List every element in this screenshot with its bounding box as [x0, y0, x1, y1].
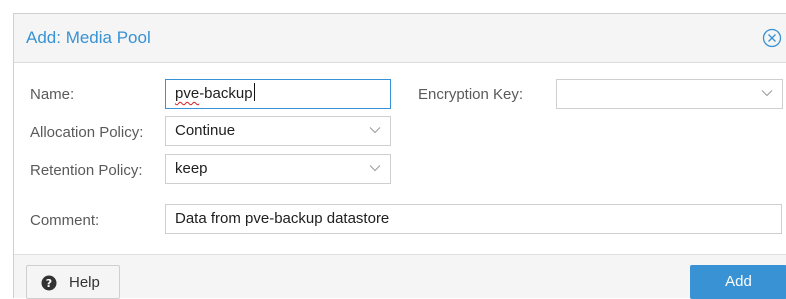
name-input[interactable]: pve-backup: [165, 79, 391, 109]
close-circle-icon: [762, 28, 782, 48]
svg-text:?: ?: [46, 277, 52, 290]
dialog-header: Add: Media Pool: [14, 14, 786, 63]
allocation-policy-label: Allocation Policy:: [30, 124, 144, 141]
comment-input[interactable]: Data from pve-backup datastore: [165, 204, 782, 234]
add-button-label: Add: [725, 273, 752, 290]
retention-policy-select[interactable]: keep: [165, 154, 391, 184]
name-value-rest: -backup: [199, 85, 253, 102]
retention-policy-value: keep: [175, 160, 208, 177]
add-button[interactable]: Add: [690, 265, 786, 299]
allocation-policy-select[interactable]: Continue: [165, 116, 391, 146]
comment-value: Data from pve-backup datastore: [175, 210, 390, 227]
close-button[interactable]: [762, 28, 782, 48]
text-caret: [253, 83, 255, 101]
dialog-title: Add: Media Pool: [26, 28, 151, 47]
name-label: Name:: [30, 86, 75, 103]
media-pool-dialog: Add: Media Pool Name: pve-backup Encrypt…: [13, 13, 786, 299]
allocation-policy-value: Continue: [175, 122, 236, 139]
chevron-down-icon: [369, 127, 381, 134]
chevron-down-icon: [761, 90, 773, 97]
help-button-label: Help: [69, 274, 100, 291]
help-button[interactable]: ? Help: [26, 265, 120, 299]
dialog-footer: ? Help Add: [14, 254, 786, 299]
chevron-down-icon: [369, 165, 381, 172]
name-value-misspelled: pve: [175, 85, 200, 102]
comment-label: Comment:: [30, 212, 100, 229]
encryption-key-label: Encryption Key:: [418, 86, 524, 103]
encryption-key-select[interactable]: [556, 79, 783, 109]
question-circle-icon: ?: [41, 275, 57, 291]
retention-policy-label: Retention Policy:: [30, 162, 143, 179]
